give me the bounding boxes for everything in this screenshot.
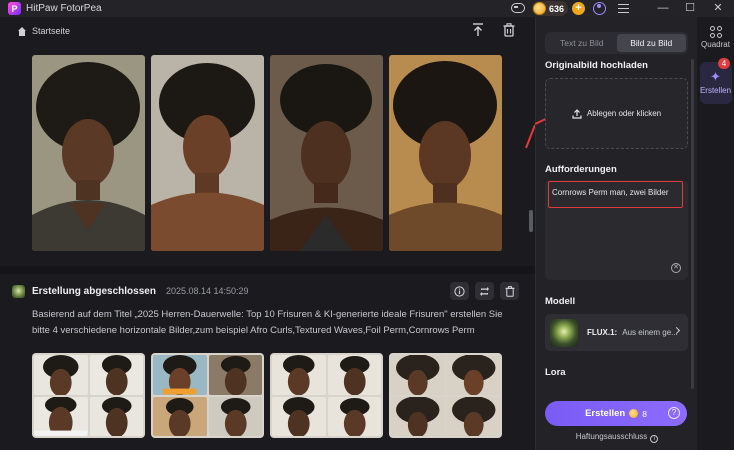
maximize-button[interactable]: ☐ (678, 0, 702, 17)
upload-section-label: Originalbild hochladen (545, 60, 648, 71)
panel-scrollbar[interactable] (691, 59, 694, 389)
app-title: HitPaw FotorPea (26, 3, 102, 14)
annotation-arrow (525, 124, 535, 149)
menu-icon[interactable] (618, 4, 629, 13)
create-button[interactable]: Erstellen 8 ? (545, 401, 687, 426)
coin-icon (629, 409, 639, 418)
generated-image[interactable] (270, 55, 383, 251)
trash-icon (505, 285, 514, 297)
regenerate-button[interactable] (475, 282, 494, 300)
info-icon (454, 285, 465, 297)
app-logo-icon: P (8, 2, 21, 15)
model-thumbnail-icon (12, 284, 25, 298)
coin-count: 636 (549, 3, 565, 14)
coin-balance-badge[interactable]: 636 (532, 1, 569, 16)
info-button[interactable] (450, 282, 469, 300)
breadcrumb-home-label: Startseite (32, 26, 71, 36)
quadrat-icon (709, 26, 722, 38)
main-content: Startseite Erstellung abgeschlossen 2025… (0, 17, 535, 450)
breadcrumb[interactable]: Startseite (17, 26, 70, 36)
mode-tabs: Text zu Bild Bild zu Bild (545, 32, 688, 54)
side-rail: Quadrat ✦ Erstellen 4 (697, 17, 734, 450)
generated-images-top (32, 55, 502, 251)
generated-collage[interactable] (32, 353, 145, 438)
rail-item-erstellen[interactable]: ✦ Erstellen (697, 69, 734, 96)
create-cost: 8 (642, 408, 647, 419)
model-section-label: Modell (545, 296, 576, 307)
prompt-input[interactable]: Cornrows Perm man, zwei Bilder ✕ (545, 180, 688, 280)
lora-section-label: Lora (545, 367, 566, 378)
disclaimer-label: Haftungsausschluss (575, 432, 648, 441)
generation-panel: Text zu Bild Bild zu Bild Originalbild h… (535, 17, 697, 450)
generated-image[interactable] (151, 55, 264, 251)
create-button-label: Erstellen (585, 408, 626, 419)
info-icon: i (650, 435, 659, 443)
gamepad-icon[interactable] (511, 3, 525, 13)
rail-item-erstellen-label: Erstellen (699, 86, 732, 95)
generated-collage[interactable] (389, 353, 502, 438)
dropzone-text: Ablegen oder klicken (586, 109, 662, 118)
model-selector[interactable]: FLUX.1: Aus einem ge... (545, 314, 688, 351)
prompt-section-label: Aufforderungen (545, 164, 617, 175)
delete-result-button[interactable] (500, 282, 519, 300)
add-coins-icon[interactable]: + (572, 2, 585, 15)
generated-image[interactable] (389, 55, 502, 251)
export-icon[interactable] (472, 23, 484, 37)
model-description: Aus einem ge... (622, 328, 678, 337)
close-button[interactable]: ✕ (706, 0, 730, 17)
delete-all-icon[interactable] (503, 23, 515, 37)
generated-image[interactable] (32, 55, 145, 251)
refresh-icon (480, 286, 489, 296)
model-image (550, 318, 578, 347)
generated-images-bottom (32, 353, 502, 438)
tab-image-to-image[interactable]: Bild zu Bild (616, 34, 686, 52)
model-name: FLUX.1: (587, 328, 618, 337)
divider (0, 266, 535, 274)
minimize-button[interactable]: — (651, 0, 675, 17)
generated-collage[interactable] (151, 353, 264, 438)
notification-badge: 4 (718, 58, 730, 69)
clear-prompt-icon[interactable]: ✕ (671, 263, 681, 273)
user-account-icon[interactable] (593, 2, 606, 15)
upload-icon (572, 108, 582, 119)
result-timestamp: 2025.08.14 14:50:29 (165, 286, 249, 296)
title-bar: P HitPaw FotorPea 636 + — ☐ ✕ (0, 0, 734, 17)
result-title: Erstellung abgeschlossen (32, 285, 156, 297)
image-dropzone[interactable]: Ablegen oder klicken (545, 78, 688, 149)
sparkle-icon: ✦ (710, 69, 721, 84)
coin-icon (533, 2, 546, 15)
prompt-text[interactable]: Cornrows Perm man, zwei Bilder (552, 188, 668, 197)
home-icon (17, 26, 27, 36)
tab-text-to-image[interactable]: Text zu Bild (547, 34, 617, 52)
disclaimer-link[interactable]: Haftungsausschluss i (536, 432, 698, 443)
help-icon[interactable]: ? (668, 407, 680, 419)
main-scrollbar[interactable] (529, 210, 533, 232)
rail-item-quadrat[interactable]: Quadrat (697, 26, 734, 49)
rail-item-quadrat-label: Quadrat (701, 40, 730, 49)
generated-collage[interactable] (270, 353, 383, 438)
result-prompt-description: Basierend auf dem Titel „2025 Herren-Dau… (32, 309, 503, 336)
result-header: Erstellung abgeschlossen 2025.08.14 14:5… (12, 280, 527, 302)
